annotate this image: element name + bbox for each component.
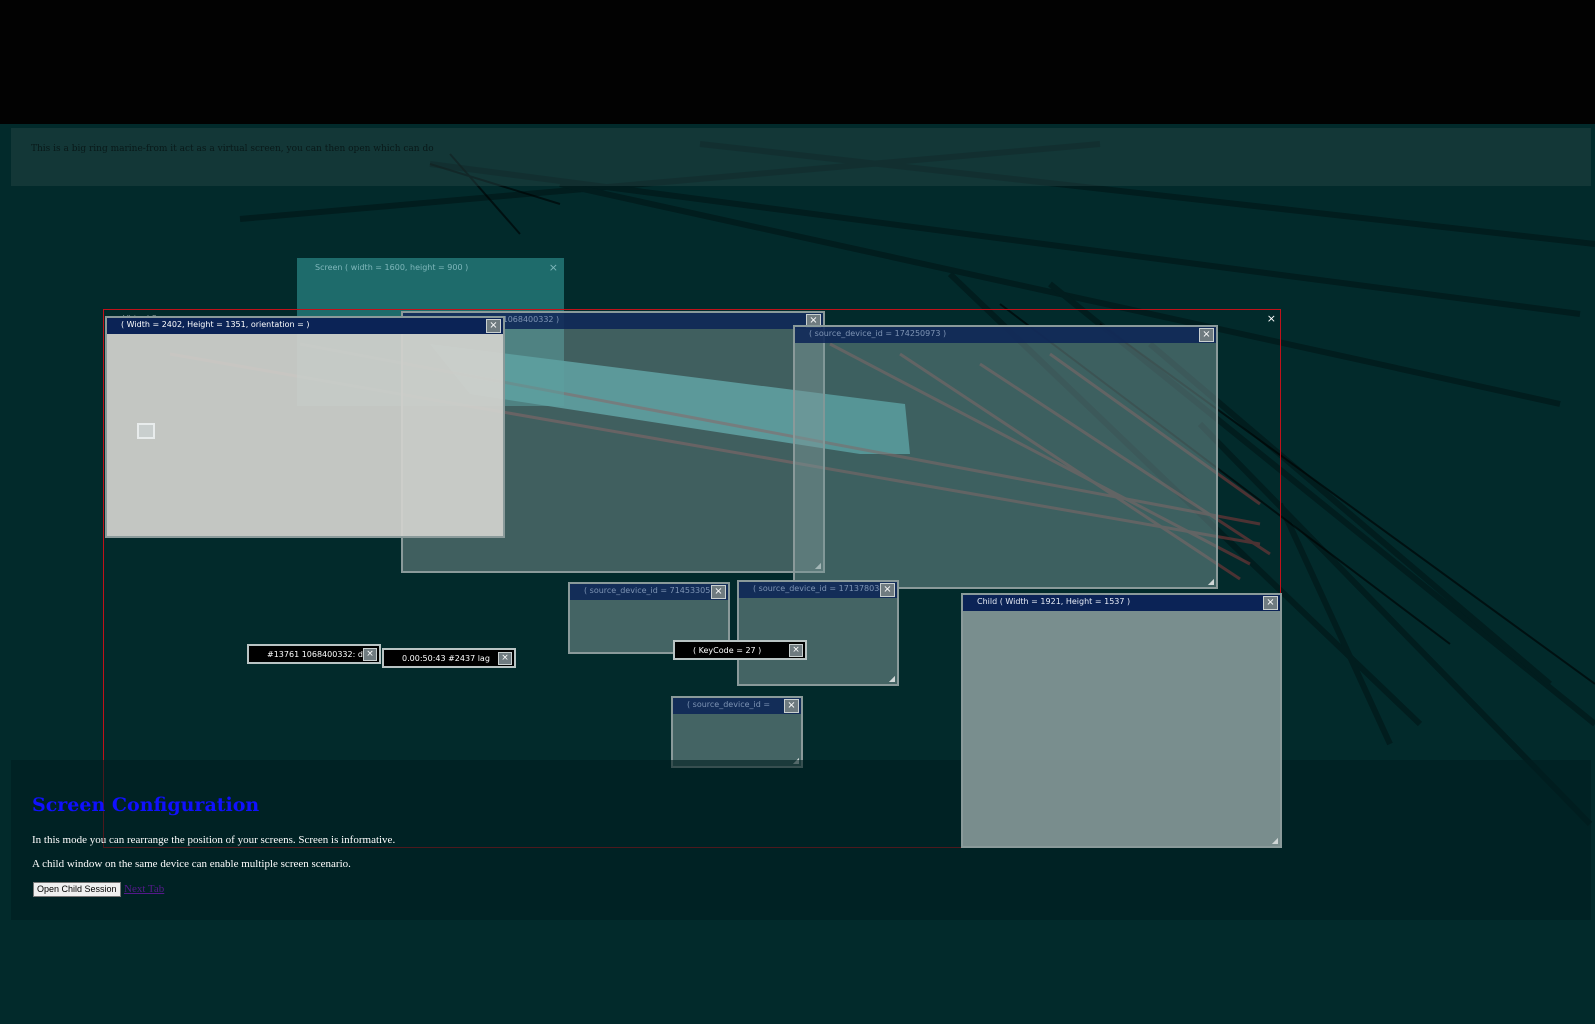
- lag-status-text: 0.00:50:43 #2437 lag: [402, 654, 490, 663]
- event-status-text: #13761 1068400332: dt: [267, 650, 367, 659]
- device-window-title: ( source_device_id = 1713780342 ): [753, 584, 896, 593]
- device-window-title: ( source_device_id = 714533052 ): [584, 586, 722, 595]
- child-window[interactable]: Child ( Width = 1921, Height = 1537 ) × …: [961, 593, 1282, 848]
- top-black-band: [0, 0, 1595, 124]
- device-window-1713780342[interactable]: ( source_device_id = 1713780342 ) × ◢: [737, 580, 899, 686]
- event-status-pill[interactable]: #13761 1068400332: dt ×: [247, 644, 381, 664]
- layout-close-icon[interactable]: ×: [1267, 312, 1276, 325]
- next-tab-link[interactable]: Next Tab: [124, 883, 164, 895]
- device-window-title: ( source_device_id =: [687, 700, 771, 709]
- child-window-title: Child ( Width = 1921, Height = 1537 ): [977, 597, 1131, 606]
- close-icon[interactable]: ×: [498, 652, 512, 665]
- close-icon[interactable]: ×: [789, 644, 803, 657]
- device-window-titlebar[interactable]: ( source_device_id = 1713780342 ) ×: [739, 582, 897, 598]
- scene-canvas: This is a big ring marine-from it act as…: [0, 124, 1595, 1024]
- keycode-pill[interactable]: ( KeyCode = 27 ) ×: [673, 640, 807, 660]
- close-icon[interactable]: ×: [880, 583, 895, 597]
- close-icon[interactable]: ×: [784, 699, 799, 713]
- resize-grip-icon[interactable]: ◢: [889, 674, 895, 683]
- description-line-2: A child window on the same device can en…: [32, 858, 351, 870]
- device-window-titlebar[interactable]: ( source_device_id = ×: [673, 698, 801, 714]
- screen-window-title: Screen ( width = 1600, height = 900 ): [315, 263, 469, 272]
- description-line-1: In this mode you can rearrange the posit…: [32, 834, 396, 846]
- lag-status-pill[interactable]: 0.00:50:43 #2437 lag ×: [382, 648, 516, 668]
- resize-grip-icon[interactable]: ◢: [1272, 836, 1278, 845]
- close-icon[interactable]: ×: [1263, 596, 1278, 610]
- keycode-text: ( KeyCode = 27 ): [693, 646, 762, 655]
- screen-window-close-icon[interactable]: ×: [549, 261, 558, 274]
- faded-description-text: This is a big ring marine-from it act as…: [31, 144, 434, 154]
- faded-description-panel: This is a big ring marine-from it act as…: [11, 128, 1591, 186]
- open-child-session-button[interactable]: Open Child Session: [33, 882, 121, 897]
- close-icon[interactable]: ×: [363, 648, 377, 661]
- child-window-titlebar[interactable]: Child ( Width = 1921, Height = 1537 ) ×: [963, 595, 1280, 611]
- device-window-unnamed[interactable]: ( source_device_id = × ◢: [671, 696, 803, 768]
- page-title: Screen Configuration: [32, 794, 260, 816]
- device-window-titlebar[interactable]: ( source_device_id = 714533052 ) ×: [570, 584, 728, 600]
- close-icon[interactable]: ×: [711, 585, 726, 599]
